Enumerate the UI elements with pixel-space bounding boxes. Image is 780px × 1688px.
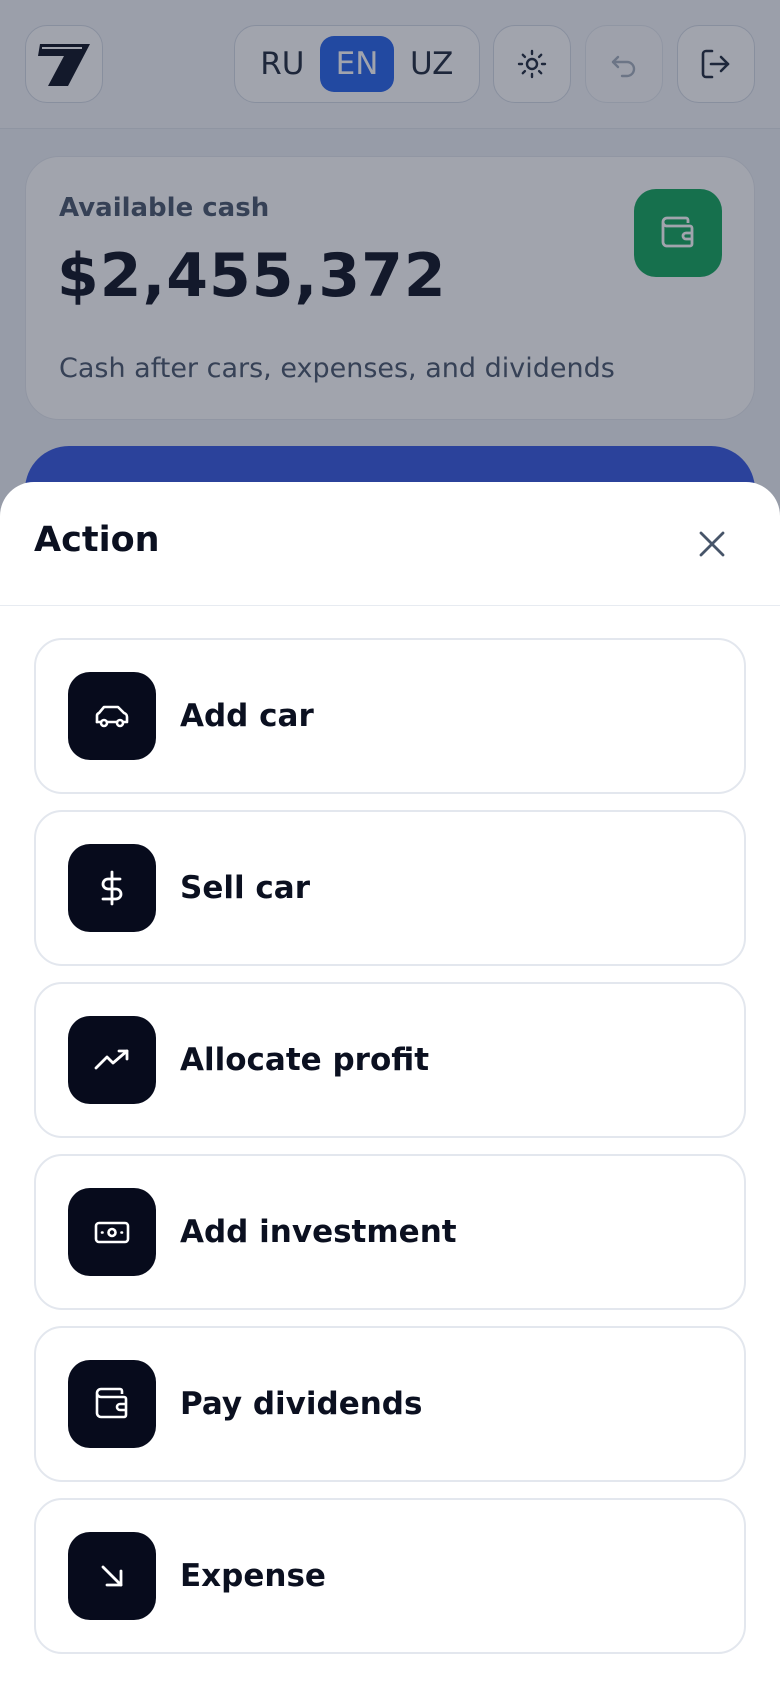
pay-dividends-button[interactable]: Pay dividends [34, 1326, 746, 1482]
action-icon-tile [68, 1360, 156, 1448]
sell-car-button[interactable]: Sell car [34, 810, 746, 966]
banknote-icon [94, 1221, 130, 1244]
add-investment-button[interactable]: Add investment [34, 1154, 746, 1310]
action-label: Add investment [180, 1214, 457, 1250]
action-label: Sell car [180, 870, 310, 906]
sheet-header: Action [0, 482, 780, 606]
add-car-button[interactable]: Add car [34, 638, 746, 794]
action-icon-tile [68, 1188, 156, 1276]
expense-button[interactable]: Expense [34, 1498, 746, 1654]
sheet-title: Action [34, 520, 160, 560]
action-sheet: Action Add car Sell car Allocate profit … [0, 482, 780, 1688]
action-label: Expense [180, 1558, 326, 1594]
action-icon-tile [68, 672, 156, 760]
wallet-icon [95, 1387, 128, 1419]
action-label: Add car [180, 698, 314, 734]
allocate-profit-button[interactable]: Allocate profit [34, 982, 746, 1138]
action-label: Pay dividends [180, 1386, 423, 1422]
action-label: Allocate profit [180, 1042, 430, 1078]
dollar-icon [101, 870, 123, 906]
action-icon-tile [68, 844, 156, 932]
action-icon-tile [68, 1532, 156, 1620]
action-list: Add car Sell car Allocate profit Add inv… [34, 638, 746, 1670]
car-icon [95, 705, 129, 728]
action-icon-tile [68, 1016, 156, 1104]
trending-up-icon [94, 1049, 129, 1070]
arrow-down-right-icon [101, 1565, 123, 1587]
close-icon [699, 531, 725, 557]
close-button[interactable] [684, 516, 740, 572]
